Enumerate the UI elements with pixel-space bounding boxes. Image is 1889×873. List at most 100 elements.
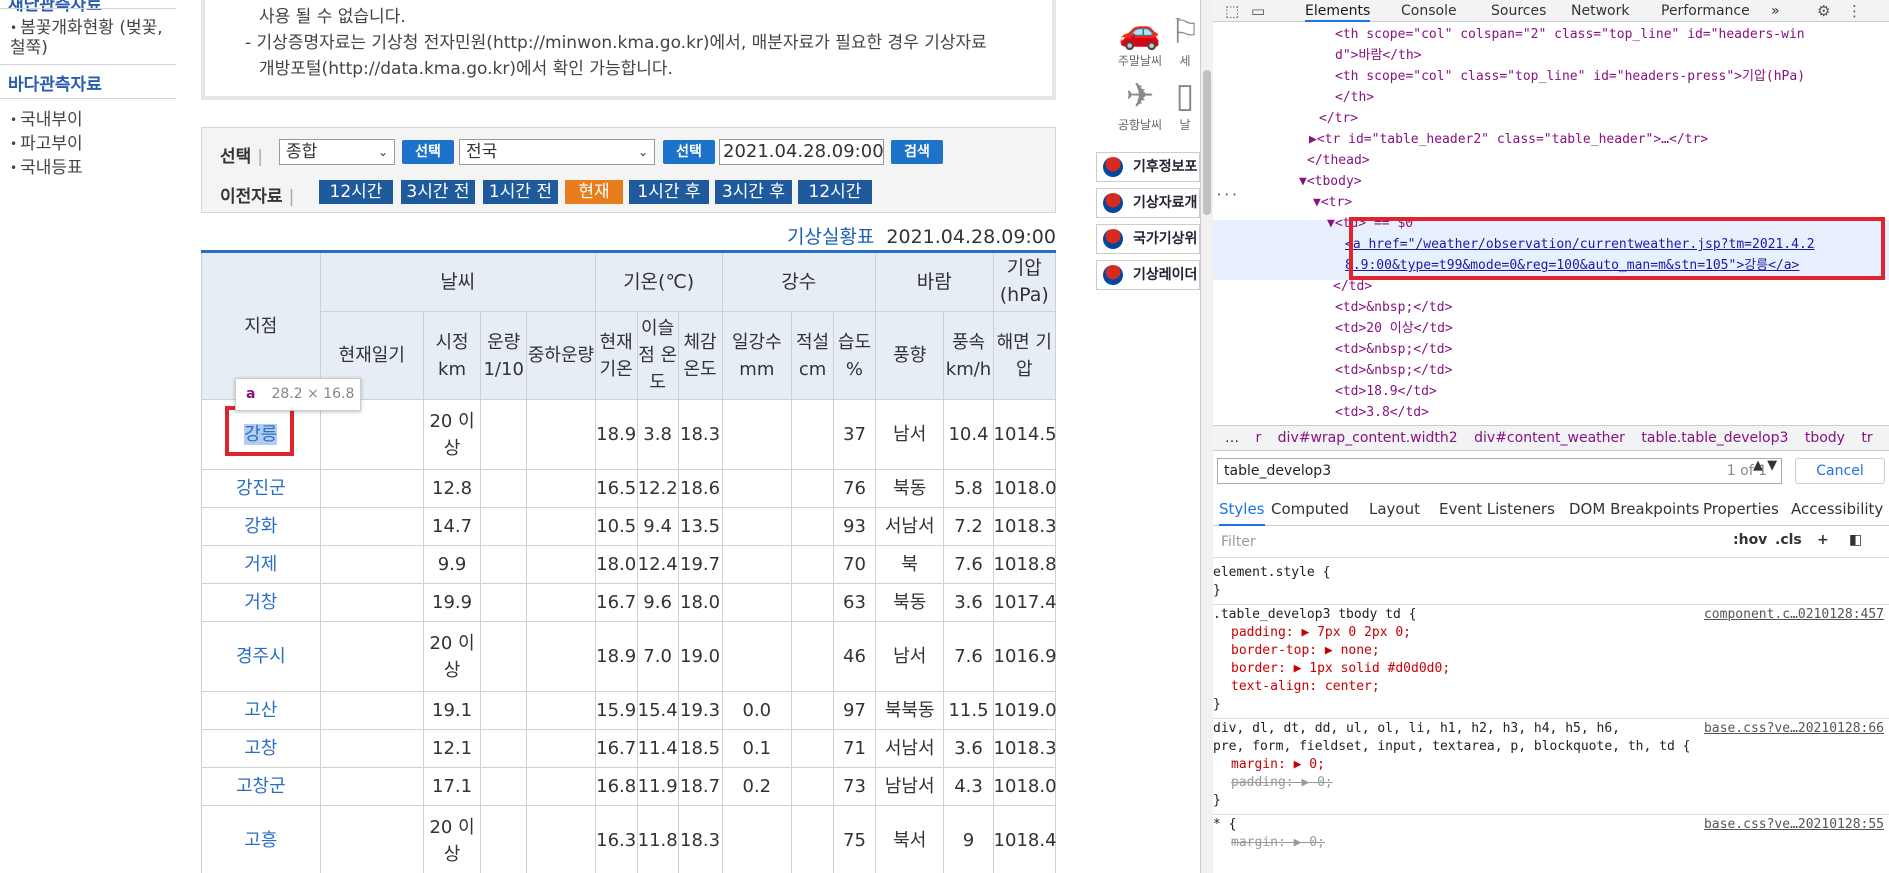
nav-12h-after-button[interactable]: 12시간: [798, 180, 872, 204]
breadcrumb-item[interactable]: …: [1225, 430, 1239, 446]
dom-node[interactable]: </thead>: [1307, 150, 1370, 171]
breadcrumb-item[interactable]: r: [1255, 430, 1261, 446]
station-link[interactable]: 거창: [244, 592, 277, 613]
dom-node[interactable]: <td>18.9</td>: [1335, 381, 1437, 402]
css-property-overridden[interactable]: padding: ▶ 0;: [1231, 774, 1333, 792]
sidebar-item-lighthouse[interactable]: • 국내등표: [10, 158, 83, 178]
css-selector[interactable]: element.style {: [1213, 564, 1330, 582]
css-property[interactable]: padding: ▶ 7px 0 2px 0;: [1231, 624, 1411, 642]
search-cancel-button[interactable]: Cancel: [1795, 458, 1885, 484]
tab-styles[interactable]: Styles: [1219, 500, 1265, 526]
dom-node[interactable]: <td>3.8</td>: [1335, 402, 1429, 423]
dom-node[interactable]: d">바람</th>: [1335, 45, 1422, 66]
dom-node[interactable]: <td>20 이상</td>: [1335, 318, 1453, 339]
weather-data-link[interactable]: 기상자료개: [1096, 188, 1200, 218]
tab-performance[interactable]: Performance: [1661, 0, 1750, 22]
station-link[interactable]: 강화: [244, 516, 277, 537]
station-link[interactable]: 경주시: [236, 646, 286, 667]
region-select[interactable]: 전국 ⌄: [459, 139, 655, 165]
national-weather-link[interactable]: 국가기상위: [1096, 224, 1200, 254]
nav-1h-after-button[interactable]: 1시간 후: [629, 180, 709, 204]
dom-node[interactable]: ▶<tr id="table_header2" class="table_hea…: [1309, 129, 1708, 150]
css-selector[interactable]: * {: [1213, 816, 1236, 834]
station-link[interactable]: 강진군: [236, 478, 286, 499]
dom-node[interactable]: <td>&nbsp;</td>: [1335, 297, 1452, 318]
type-select-button[interactable]: 선택: [402, 140, 454, 164]
dom-search-input[interactable]: table_develop3 1 of 1: [1217, 458, 1782, 484]
inspect-element-icon[interactable]: ⬚: [1225, 0, 1239, 22]
region-select-button[interactable]: 선택: [663, 140, 715, 164]
dom-node[interactable]: </th>: [1335, 87, 1374, 108]
datetime-input[interactable]: 2021.04.28.09:00: [719, 139, 884, 165]
type-select[interactable]: 종합 ⌄: [279, 139, 395, 165]
tab-event-listeners[interactable]: Event Listeners: [1439, 500, 1555, 518]
new-rule-icon[interactable]: +: [1817, 532, 1829, 548]
css-property-overridden[interactable]: margin: ▶ 0;: [1231, 834, 1325, 852]
cls-toggle-button[interactable]: .cls: [1775, 532, 1802, 548]
nav-12h-before-button[interactable]: 12시간: [319, 180, 393, 204]
dom-node[interactable]: <th scope="col" class="top_line" id="hea…: [1335, 66, 1805, 87]
breadcrumb-item[interactable]: div#content_weather: [1474, 430, 1625, 446]
breadcrumb-item[interactable]: tr: [1861, 430, 1872, 446]
dom-node[interactable]: <th scope="col" colspan="2" class="top_l…: [1335, 24, 1805, 45]
nav-1h-before-button[interactable]: 1시간 전: [483, 180, 558, 204]
css-property[interactable]: border-top: ▶ none;: [1231, 642, 1380, 660]
dom-node[interactable]: </tr>: [1319, 108, 1358, 129]
css-property[interactable]: border: ▶ 1px solid #d0d0d0;: [1231, 660, 1450, 678]
station-link[interactable]: 거제: [244, 554, 277, 575]
dom-node[interactable]: <td>&nbsp;</td>: [1335, 339, 1452, 360]
search-button[interactable]: 검색: [891, 140, 943, 164]
tab-console[interactable]: Console: [1401, 0, 1457, 22]
scrollbar-thumb[interactable]: [1203, 70, 1211, 215]
css-selector[interactable]: pre, form, fieldset, input, textarea, p,…: [1213, 738, 1690, 756]
station-link[interactable]: 고창군: [236, 776, 286, 797]
dom-node[interactable]: ▼<tr>: [1313, 192, 1352, 213]
nav-3h-before-button[interactable]: 3시간 전: [401, 180, 475, 204]
device-toolbar-icon[interactable]: ▭: [1251, 0, 1265, 22]
tab-computed[interactable]: Computed: [1271, 500, 1349, 518]
airport-weather-link[interactable]: ✈ 공항날씨: [1105, 76, 1175, 133]
sidebar-section-marine[interactable]: 바다관측자료: [8, 70, 102, 95]
quick-link-partial[interactable]: ▯ 날: [1170, 76, 1200, 133]
breadcrumb-item[interactable]: table.table_develop3: [1641, 430, 1788, 446]
more-menu-icon[interactable]: ⋮: [1847, 0, 1862, 22]
css-selector[interactable]: .table_develop3 tbody td {: [1213, 606, 1417, 624]
radar-link[interactable]: 기상레이더: [1096, 260, 1200, 290]
css-selector[interactable]: div, dl, dt, dd, ul, ol, li, h1, h2, h3,…: [1213, 720, 1620, 738]
hov-toggle-button[interactable]: :hov: [1733, 532, 1767, 548]
breadcrumb-item[interactable]: tbody: [1805, 430, 1845, 446]
sidebar-item-flower[interactable]: • 봄꽃개화현황 (벚꽃, 철쭉): [10, 18, 170, 58]
tab-accessibility[interactable]: Accessibility: [1791, 500, 1883, 518]
styles-filter-input[interactable]: Filter: [1217, 531, 1717, 553]
dom-node[interactable]: <td>&nbsp;</td>: [1335, 360, 1452, 381]
tab-network[interactable]: Network: [1571, 0, 1629, 22]
css-property[interactable]: text-align: center;: [1231, 678, 1380, 696]
dom-node[interactable]: ▼<tbody>: [1299, 171, 1362, 192]
station-link[interactable]: 고흥: [244, 830, 277, 851]
page-scrollbar[interactable]: [1201, 0, 1213, 873]
tab-dom-breakpoints[interactable]: DOM Breakpoints: [1569, 500, 1699, 518]
nav-current-button[interactable]: 현재: [565, 180, 623, 204]
breadcrumb-item[interactable]: div#wrap_content.width2: [1278, 430, 1458, 446]
station-link[interactable]: 고창: [244, 738, 277, 759]
tab-properties[interactable]: Properties: [1703, 500, 1779, 518]
sidebar-item-wave-buoy[interactable]: • 파고부이: [10, 134, 83, 154]
climate-info-link[interactable]: 기후정보포: [1096, 152, 1200, 182]
tab-sources[interactable]: Sources: [1491, 0, 1546, 22]
ellipsis-icon[interactable]: ···: [1215, 185, 1238, 206]
css-source-link[interactable]: component.c…0210128:457: [1704, 606, 1884, 624]
tab-elements[interactable]: Elements: [1305, 0, 1371, 22]
css-property[interactable]: margin: ▶ 0;: [1231, 756, 1325, 774]
weekend-weather-link[interactable]: 🚗 주말날씨: [1105, 12, 1175, 69]
more-tabs-button[interactable]: »: [1771, 0, 1780, 22]
tab-layout[interactable]: Layout: [1369, 500, 1420, 518]
nav-3h-after-button[interactable]: 3시간 후: [715, 180, 792, 204]
sidebar-item-buoy[interactable]: • 국내부이: [10, 110, 83, 130]
quick-link-partial[interactable]: ⚐ 세: [1170, 12, 1200, 69]
css-source-link[interactable]: base.css?ve…20210128:55: [1704, 816, 1884, 834]
gear-icon[interactable]: ⚙: [1817, 0, 1830, 22]
search-prev-next-icon[interactable]: ▲ ▼: [1753, 458, 1777, 473]
sidebar-toggle-icon[interactable]: ◧: [1849, 532, 1862, 548]
station-link[interactable]: 고산: [244, 700, 277, 721]
css-source-link[interactable]: base.css?ve…20210128:66: [1704, 720, 1884, 738]
